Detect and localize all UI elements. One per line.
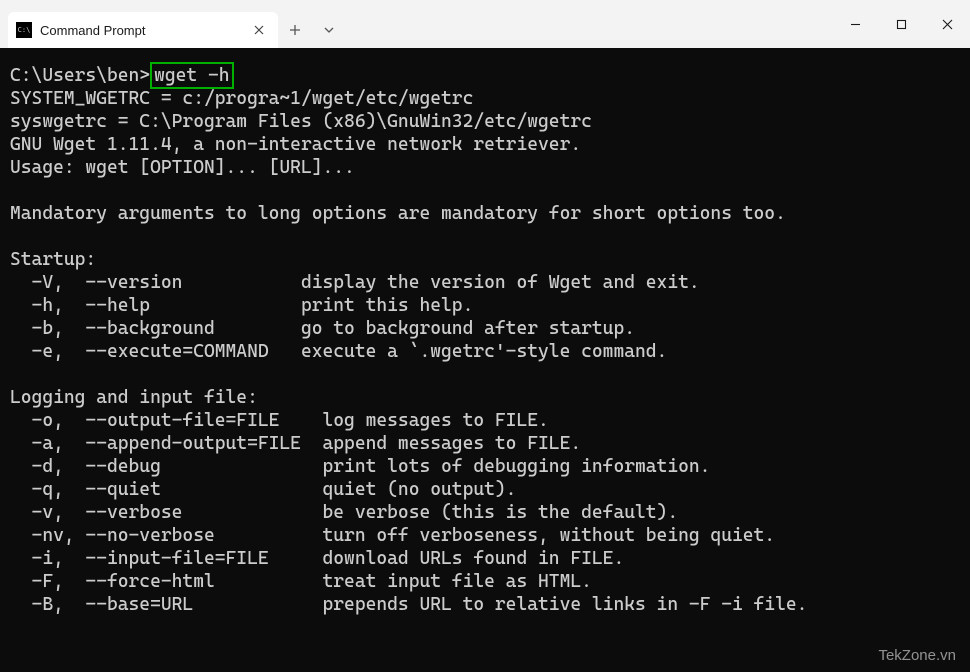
new-tab-button[interactable] <box>278 12 312 48</box>
cmd-icon <box>16 22 32 38</box>
close-window-button[interactable] <box>924 8 970 40</box>
tab-dropdown-button[interactable] <box>312 12 346 48</box>
close-tab-icon[interactable] <box>250 21 268 39</box>
prompt-prefix: C:\Users\ben> <box>10 65 150 86</box>
titlebar: Command Prompt <box>0 0 970 48</box>
tab-title: Command Prompt <box>40 23 242 38</box>
terminal-text: SYSTEM_WGETRC = c:/progra~1/wget/etc/wge… <box>10 88 807 615</box>
highlighted-command: wget -h <box>150 62 233 89</box>
terminal-output[interactable]: C:\Users\ben>wget -h SYSTEM_WGETRC = c:/… <box>0 48 970 672</box>
minimize-button[interactable] <box>832 8 878 40</box>
tab-command-prompt[interactable]: Command Prompt <box>8 12 278 48</box>
tab-strip: Command Prompt <box>0 0 346 48</box>
window-controls <box>832 0 970 48</box>
maximize-button[interactable] <box>878 8 924 40</box>
